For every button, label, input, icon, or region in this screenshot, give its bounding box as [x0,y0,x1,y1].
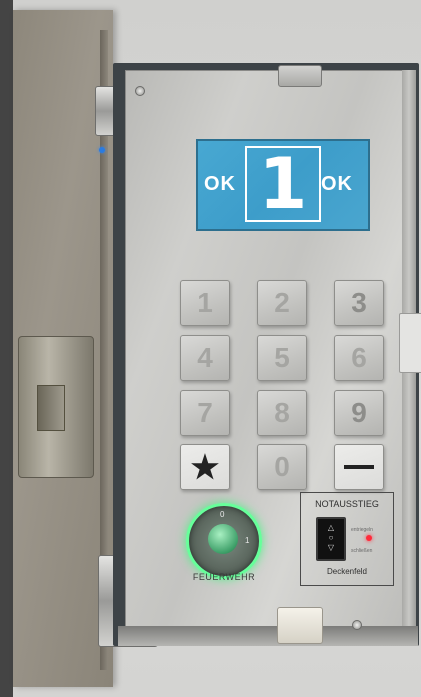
indicator-dot [99,147,105,153]
floor-display: OK 1 OK [196,139,370,231]
top-latch [278,65,322,87]
key-4[interactable]: 4 [180,335,230,381]
display-digit: 1 [258,143,308,225]
emergency-exit-panel: NOTAUSSTIEG △ ○ ▽ entriegeln schließen D… [300,492,394,586]
key-9[interactable]: 9 [334,390,384,436]
rocker-switch[interactable]: △ ○ ▽ [316,517,346,561]
door-lock-housing [18,336,94,478]
key-1[interactable]: 1 [180,280,230,326]
display-digit-frame: 1 [245,146,321,222]
rail-bracket [399,313,421,373]
key-5[interactable]: 5 [257,335,307,381]
panel-screw [352,620,362,630]
display-ok-left: OK [204,173,236,195]
state-close-label: schließen [351,548,373,554]
lock-slot [37,385,65,431]
emergency-exit-title: NOTAUSSTIEG [315,499,379,509]
key-switch-label: FEUERWEHR [192,572,256,582]
key-position-1: 1 [245,536,250,545]
emergency-exit-footer: Deckenfeld [326,567,368,576]
star-icon: ★ [190,449,220,485]
key-dash[interactable] [334,444,384,490]
key-8[interactable]: 8 [257,390,307,436]
state-unlock-label: entriegeln [351,527,373,533]
circle-icon: ○ [328,533,334,542]
key-star[interactable]: ★ [180,444,230,490]
key-7[interactable]: 7 [180,390,230,436]
key-2[interactable]: 2 [257,280,307,326]
fire-service-key-switch[interactable]: 0 1 [186,503,262,579]
background-edge [0,0,13,697]
up-arrow-icon: △ [327,523,335,532]
down-arrow-icon: ▽ [327,543,335,552]
dash-icon [344,465,374,469]
key-position-0: 0 [220,510,225,519]
bottom-ledge [118,626,418,646]
key-0[interactable]: 0 [257,444,307,490]
key-6[interactable]: 6 [334,335,384,381]
status-led [366,535,372,541]
display-ok-right: OK [321,173,353,195]
key-3[interactable]: 3 [334,280,384,326]
panel-screw [135,86,145,96]
bottom-latch [277,607,323,644]
key-icon [208,524,238,554]
